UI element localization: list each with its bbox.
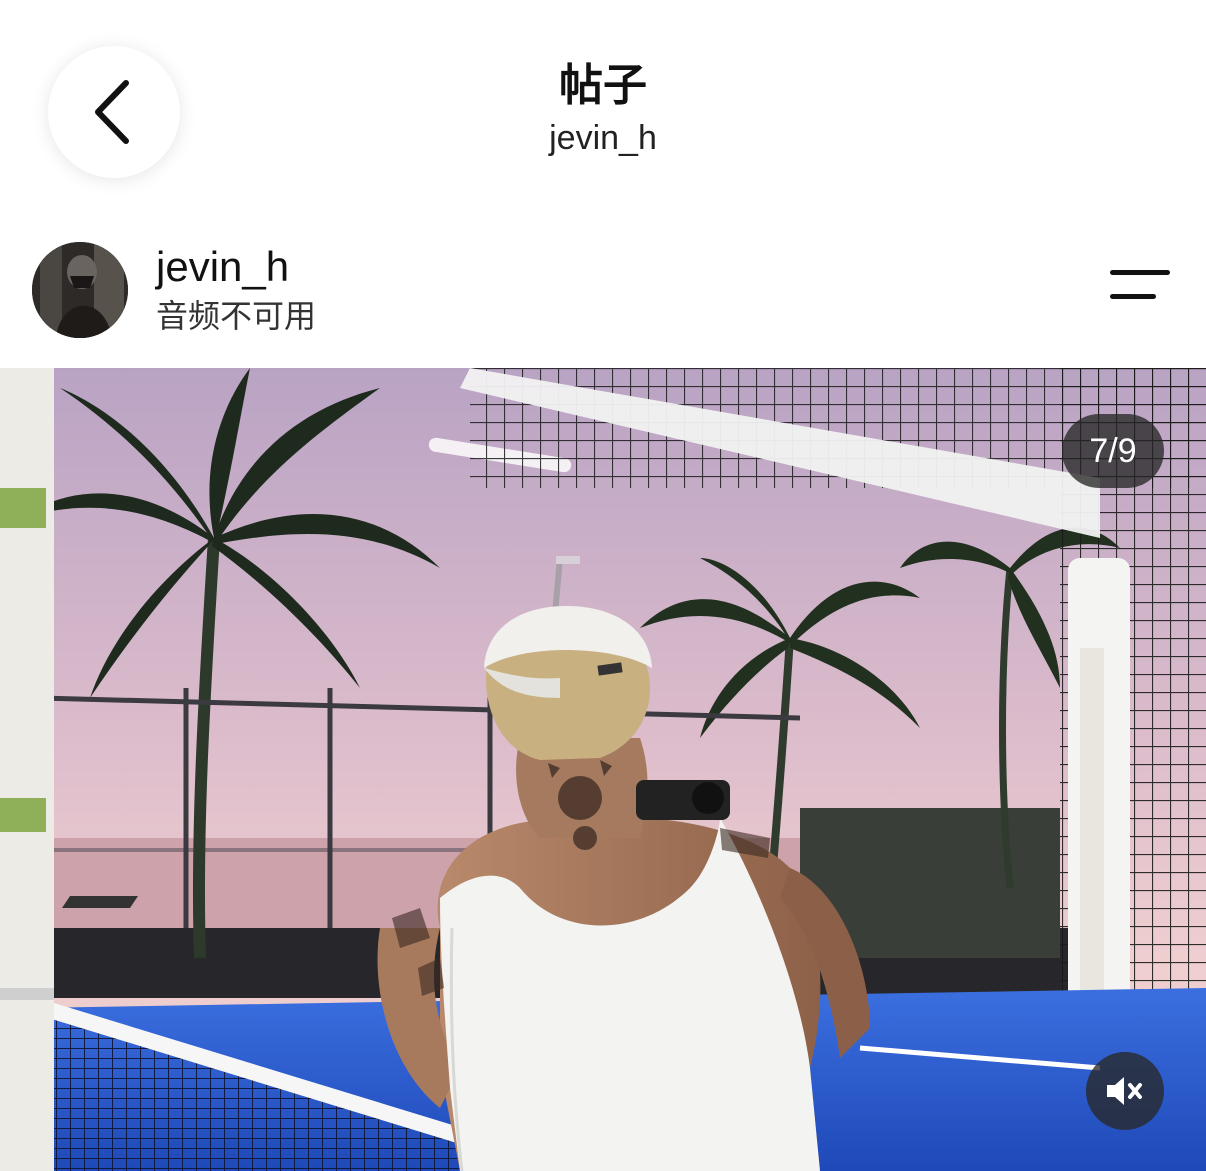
audio-unavailable-label: 音频不可用 bbox=[156, 297, 317, 335]
chevron-left-icon bbox=[95, 80, 129, 144]
post-menu-button[interactable] bbox=[1104, 264, 1176, 312]
post-page: 帖子 jevin_h jevin_h 音频不可用 7/9 bbox=[0, 0, 1206, 1171]
speaker-muted-icon bbox=[1107, 1077, 1142, 1105]
page-title: 帖子 bbox=[559, 60, 647, 111]
post-username[interactable]: jevin_h bbox=[156, 240, 289, 294]
page-subtitle-username: jevin_h bbox=[549, 119, 657, 157]
avatar[interactable] bbox=[32, 242, 128, 338]
avatar-image bbox=[32, 242, 128, 338]
mute-toggle-button[interactable] bbox=[1086, 1052, 1164, 1130]
post-image[interactable]: 7/9 bbox=[0, 368, 1206, 1171]
page-header: 帖子 jevin_h bbox=[403, 56, 803, 160]
carousel-counter-badge: 7/9 bbox=[1062, 414, 1164, 488]
back-button[interactable] bbox=[48, 46, 180, 178]
padel-court-photo bbox=[0, 368, 1206, 1171]
